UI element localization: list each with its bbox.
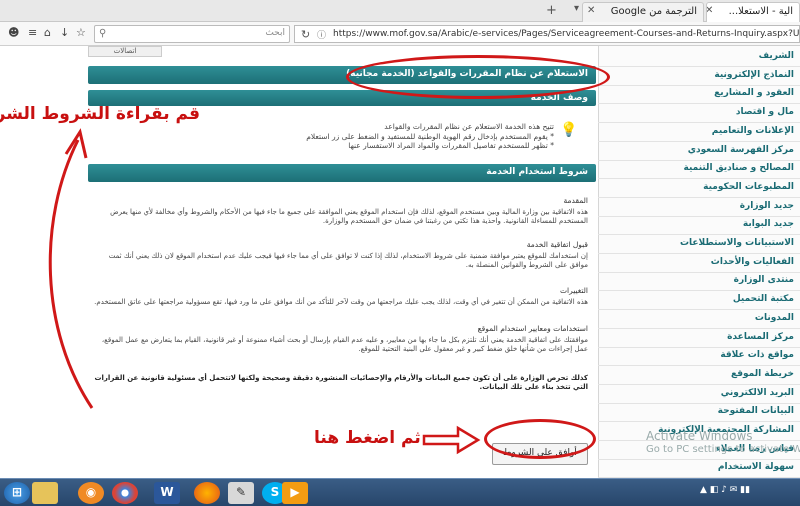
sidebar-item[interactable]: النماذج الإلكترونية bbox=[598, 67, 800, 86]
address-bar[interactable]: ↻ ⓘ https://www.mof.gov.sa/Arabic/e-serv… bbox=[294, 25, 800, 43]
description-line: * يقوم المستخدم بإدخال رقم الهوية الوطني… bbox=[306, 131, 554, 141]
close-icon[interactable]: ✕ bbox=[707, 5, 713, 16]
section-text: هذه الاتفاقية من الممكن أن تتغير في أي و… bbox=[94, 298, 588, 306]
sidebar-item[interactable]: المصالح و صناديق التنمية bbox=[598, 160, 800, 180]
watermark-title: Activate Windows bbox=[646, 429, 753, 443]
info-icon[interactable]: ⓘ bbox=[317, 28, 326, 41]
read-terms-annotation: قم بقراءة الشروط الشروط bbox=[0, 104, 200, 124]
sidebar-item[interactable]: مركز المساعدة bbox=[598, 329, 800, 348]
word-icon[interactable]: W bbox=[154, 482, 180, 504]
lightbulb-icon: 💡 bbox=[560, 122, 578, 138]
section-heading: استخدامات ومعايير استخدام الموقع bbox=[477, 324, 588, 333]
terms-header-label: شروط استخدام الخدمة bbox=[486, 167, 588, 177]
tab-label: الية - الاستعلا... bbox=[728, 6, 793, 17]
search-placeholder: ابحث bbox=[265, 28, 285, 38]
close-icon[interactable]: ✕ bbox=[587, 5, 595, 16]
button-highlight-circle bbox=[484, 419, 596, 459]
search-input[interactable]: ⚲ ابحث bbox=[94, 25, 290, 43]
sidebar-nav: الشريف النماذج الإلكترونية العقود و المشار… bbox=[598, 46, 800, 478]
system-tray[interactable]: ▲ ◧ ♪ ✉ ▮▮ bbox=[700, 485, 750, 495]
chrome-icon[interactable] bbox=[112, 482, 138, 504]
sidebar-item[interactable]: البيانات المفتوحة bbox=[598, 403, 800, 423]
watermark-subtitle: Go to PC settings to activate Windows. bbox=[646, 444, 800, 455]
tab-google-translate[interactable]: الترجمة من Google ✕ bbox=[582, 2, 704, 22]
tab-list-button[interactable]: ▾ bbox=[574, 3, 579, 14]
section-heading: المقدمة bbox=[563, 196, 588, 205]
paint-icon[interactable]: ✎ bbox=[228, 482, 254, 504]
windows-taskbar: ⊞ ◉ W ✎ S ▶ ▲ ◧ ♪ ✉ ▮▮ bbox=[0, 478, 800, 506]
home-icon[interactable]: ⌂ bbox=[44, 26, 51, 39]
navigation-bar: ☻ ≡ ⌂ ↓ ☆ ⚲ ابحث ↻ ⓘ https://www.mof.gov… bbox=[0, 22, 800, 46]
folder-icon[interactable] bbox=[32, 482, 58, 504]
sidebar-item[interactable]: المدونات bbox=[598, 310, 800, 329]
emoji-icon[interactable]: ☻ bbox=[8, 26, 19, 39]
tab-mof[interactable]: الية - الاستعلا... ✕ bbox=[706, 2, 800, 22]
sidebar-item[interactable]: جديد الوزارة bbox=[598, 198, 800, 217]
sidebar-item[interactable]: خريطة الموقع bbox=[598, 366, 800, 385]
reload-icon[interactable]: ↻ bbox=[301, 28, 310, 41]
section-heading: قبول اتفاقية الخدمة bbox=[526, 240, 588, 249]
title-highlight-circle bbox=[346, 55, 610, 99]
activate-windows-watermark: Activate Windows Go to PC settings to ac… bbox=[646, 430, 800, 456]
sidebar-item[interactable]: الفعاليات والأحداث bbox=[598, 254, 800, 273]
breadcrumb[interactable]: اتصالات bbox=[88, 46, 162, 57]
section-text: هذه الاتفاقية بين وزارة المالية وبين مست… bbox=[110, 208, 588, 225]
sidebar-item[interactable]: مواقع ذات علاقة bbox=[598, 347, 800, 367]
section-text: موافقتك على اتفاقية الخدمة يعني أنك تلتز… bbox=[101, 336, 588, 353]
tab-bar: الية - الاستعلا... ✕ الترجمة من Google ✕… bbox=[0, 0, 800, 22]
sidebar-item[interactable]: الشريف bbox=[598, 48, 800, 67]
menu-icon[interactable]: ≡ bbox=[28, 26, 37, 39]
sidebar-item[interactable]: سهولة الاستخدام bbox=[598, 459, 800, 478]
sidebar-item[interactable]: مال و اقتصاد bbox=[598, 104, 800, 124]
sidebar-item[interactable]: البريد الالكتروني bbox=[598, 385, 800, 404]
click-here-annotation: ثم اضغط هنا bbox=[314, 428, 421, 448]
new-tab-button[interactable]: + bbox=[546, 3, 557, 18]
tab-label: الترجمة من Google bbox=[610, 6, 697, 17]
service-description: تتيح هذه الخدمة الاستعلام عن نظام المقرر… bbox=[288, 122, 554, 151]
sidebar-item[interactable]: مركز الفهرسة السعودي bbox=[598, 142, 800, 161]
final-note: كذلك تحرص الوزارة على أن تكون جميع البيا… bbox=[94, 374, 588, 391]
download-icon[interactable]: ↓ bbox=[60, 26, 69, 39]
sidebar-item[interactable]: مكتبة التحميل bbox=[598, 291, 800, 311]
start-icon[interactable]: ⊞ bbox=[4, 482, 30, 504]
sidebar-item[interactable]: العقود و المشاريع bbox=[598, 85, 800, 105]
media-icon[interactable]: ◉ bbox=[78, 482, 104, 504]
sidebar-item[interactable]: الاستبيانات والاستطلاعات bbox=[598, 235, 800, 254]
sidebar-item[interactable]: المطبوعات الحكومية bbox=[598, 179, 800, 198]
url-text: https://www.mof.gov.sa/Arabic/e-services… bbox=[333, 29, 800, 39]
search-icon: ⚲ bbox=[99, 28, 107, 39]
section-text: إن استخدامك للموقع يعتبر موافقة ضمنية عل… bbox=[108, 252, 588, 269]
bookmark-icon[interactable]: ☆ bbox=[76, 26, 86, 39]
sidebar-item[interactable]: منتدى الوزارة bbox=[598, 272, 800, 292]
firefox-icon[interactable] bbox=[194, 482, 220, 504]
sidebar-item[interactable]: الإعلانات والتعاميم bbox=[598, 123, 800, 142]
sidebar-item[interactable]: جديد البوابة bbox=[598, 216, 800, 236]
section-heading: التغييرات bbox=[559, 286, 588, 295]
description-line: * تظهر للمستخدم تفاصيل المقررات والمواد … bbox=[348, 141, 554, 150]
player-icon[interactable]: ▶ bbox=[282, 482, 308, 504]
terms-header: شروط استخدام الخدمة bbox=[88, 164, 596, 182]
main-content: الاستعلام عن نظام المقررات والقواعد (الخ… bbox=[88, 62, 596, 478]
description-line: تتيح هذه الخدمة الاستعلام عن نظام المقرر… bbox=[384, 122, 554, 131]
